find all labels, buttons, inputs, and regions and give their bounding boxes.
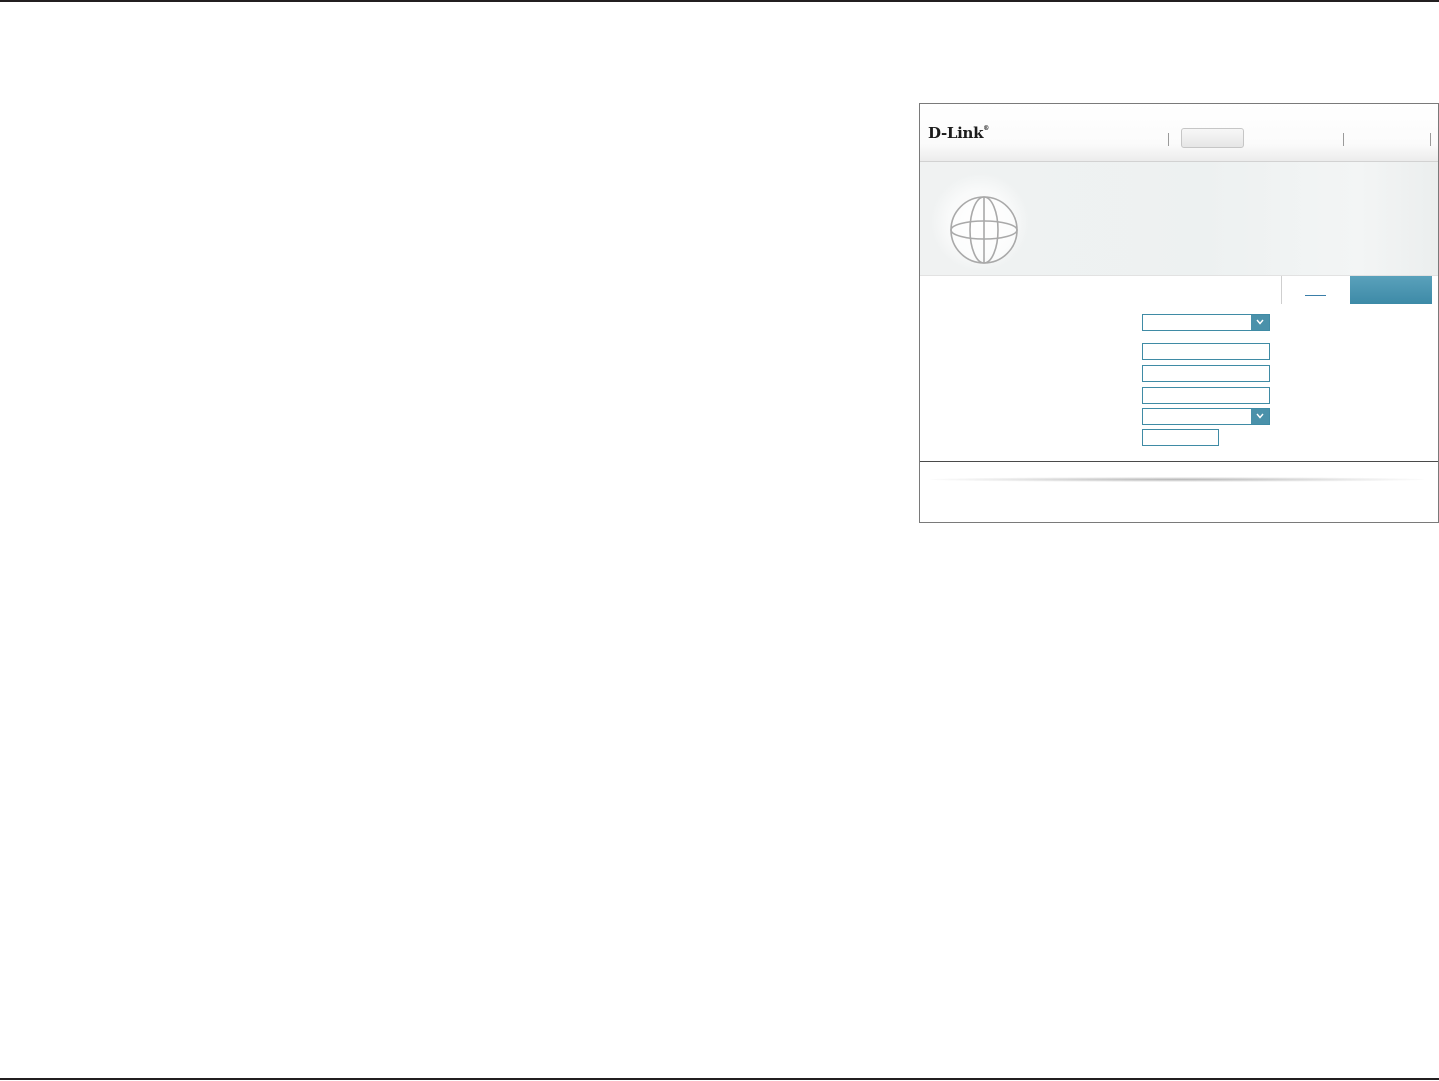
globe-icon [950, 196, 1018, 264]
nav-tab-active[interactable] [1181, 128, 1244, 148]
link-action-button[interactable] [1281, 276, 1351, 304]
nav-separator [1168, 133, 1169, 146]
logo-registered-mark: ® [983, 125, 989, 132]
select-field[interactable] [1142, 314, 1270, 331]
logo-text: D-Link [928, 124, 984, 142]
settings-form [920, 306, 1438, 461]
dlink-logo: D-Link® [928, 124, 989, 142]
text-input[interactable] [1142, 387, 1270, 404]
top-header: D-Link® [920, 104, 1438, 162]
text-input[interactable] [1142, 343, 1270, 360]
nav-separator [1430, 133, 1431, 146]
select-field[interactable] [1142, 408, 1270, 425]
action-bar [920, 275, 1438, 307]
chevron-down-icon[interactable] [1251, 409, 1269, 424]
footer-shadow [930, 477, 1424, 482]
page-top-rule [0, 0, 1439, 2]
text-input[interactable] [1142, 429, 1219, 446]
router-ui-screenshot: D-Link® [919, 103, 1439, 523]
link-underline [1305, 295, 1326, 296]
text-input[interactable] [1142, 365, 1270, 382]
footer-divider [920, 461, 1438, 462]
page-bottom-rule [0, 1078, 1439, 1080]
chevron-down-icon[interactable] [1251, 315, 1269, 330]
primary-action-button[interactable] [1350, 276, 1432, 304]
nav-separator [1343, 133, 1344, 146]
